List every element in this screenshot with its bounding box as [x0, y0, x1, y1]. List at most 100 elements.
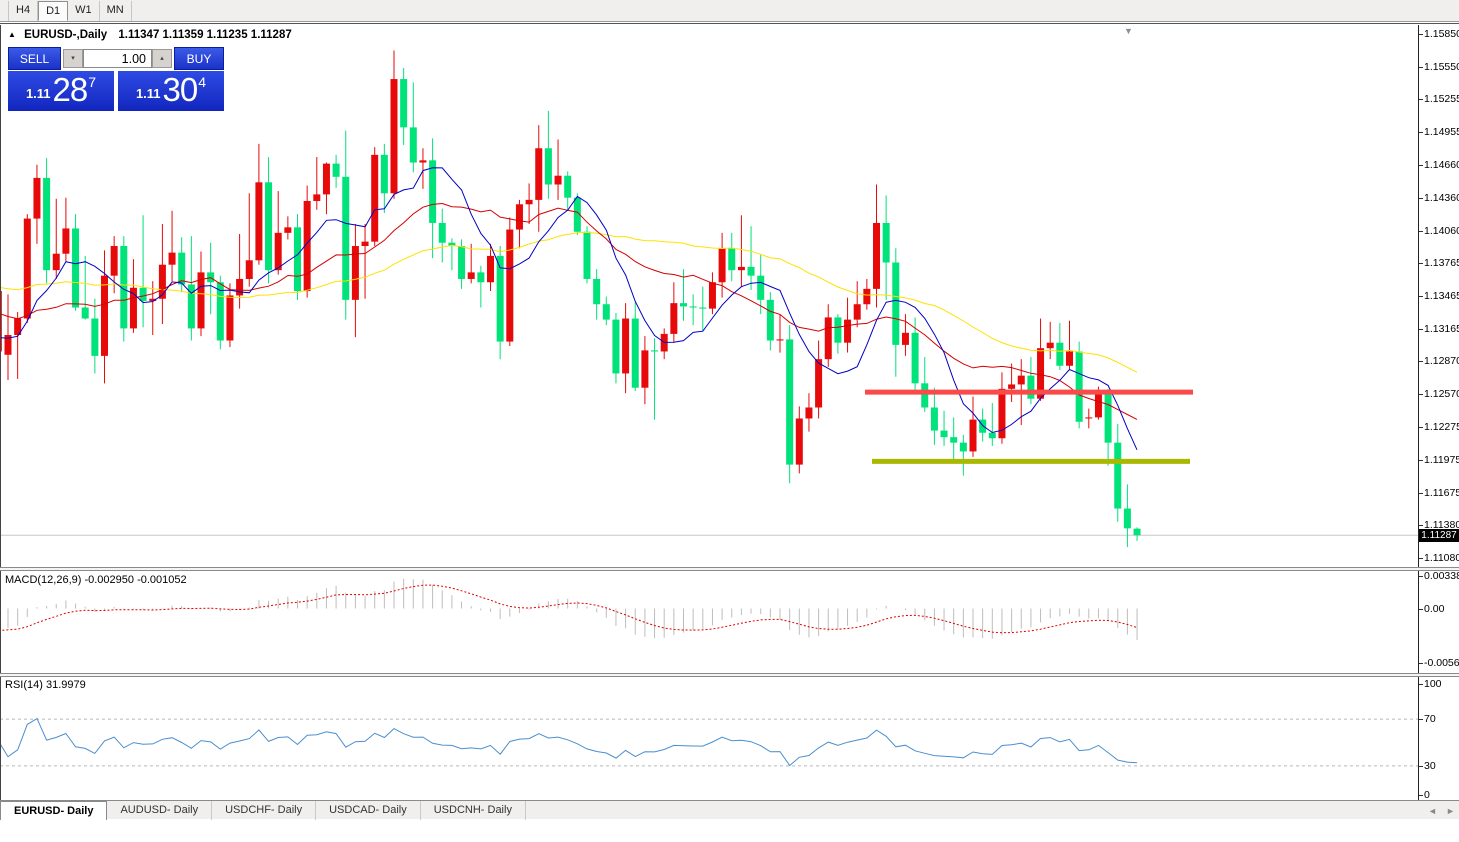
candle-body[interactable]: [883, 223, 890, 263]
candle-body[interactable]: [169, 253, 176, 265]
candle-body[interactable]: [786, 339, 793, 464]
candle-body[interactable]: [362, 242, 369, 246]
candle-body[interactable]: [82, 308, 89, 319]
candle-body[interactable]: [757, 276, 764, 300]
chart-tab-usdcnh[interactable]: USDCNH- Daily: [421, 801, 526, 820]
candle-body[interactable]: [1066, 351, 1073, 365]
candle-body[interactable]: [680, 303, 687, 306]
candle-body[interactable]: [294, 227, 301, 291]
tabs-scroll-right-icon[interactable]: ►: [1446, 806, 1455, 816]
candle-body[interactable]: [545, 148, 552, 184]
candle-body[interactable]: [284, 227, 291, 232]
candle-body[interactable]: [33, 178, 40, 219]
candle-body[interactable]: [748, 267, 755, 276]
timeframe-tab-h4[interactable]: H4: [8, 1, 38, 21]
candle-body[interactable]: [593, 279, 600, 304]
buy-button[interactable]: BUY: [174, 47, 224, 70]
candle-body[interactable]: [584, 232, 591, 279]
candle-body[interactable]: [622, 319, 629, 374]
candle-body[interactable]: [767, 300, 774, 341]
timeframe-tab-w1[interactable]: W1: [68, 1, 100, 21]
candle-body[interactable]: [941, 431, 948, 438]
candle-body[interactable]: [670, 303, 677, 334]
candle-body[interactable]: [902, 333, 909, 345]
candle-body[interactable]: [159, 265, 166, 299]
chart-shift-marker-icon[interactable]: ▼: [1124, 26, 1133, 36]
candle-body[interactable]: [1105, 393, 1112, 442]
candle-body[interactable]: [1124, 509, 1131, 529]
candle-body[interactable]: [555, 176, 562, 185]
sell-button[interactable]: SELL: [8, 47, 61, 70]
candle-body[interactable]: [236, 279, 243, 295]
candle-body[interactable]: [1076, 351, 1083, 421]
candle-body[interactable]: [526, 200, 533, 204]
candle-body[interactable]: [777, 339, 784, 340]
candle-body[interactable]: [873, 223, 880, 289]
candle-body[interactable]: [834, 317, 841, 342]
candle-body[interactable]: [1114, 443, 1121, 509]
candle-body[interactable]: [825, 317, 832, 359]
candle-body[interactable]: [719, 248, 726, 282]
candle-body[interactable]: [1095, 393, 1102, 417]
candle-body[interactable]: [255, 182, 262, 260]
tabs-scroll-left-icon[interactable]: ◄: [1428, 806, 1437, 816]
candle-body[interactable]: [487, 256, 494, 282]
candle-body[interactable]: [371, 155, 378, 242]
sell-price-panel[interactable]: 1.11287: [8, 71, 114, 111]
candle-body[interactable]: [458, 246, 465, 279]
candle-body[interactable]: [381, 155, 388, 193]
candle-body[interactable]: [53, 254, 60, 270]
candle-body[interactable]: [728, 248, 735, 270]
candle-body[interactable]: [641, 350, 648, 387]
candle-body[interactable]: [931, 407, 938, 430]
candle-body[interactable]: [912, 333, 919, 384]
candle-body[interactable]: [516, 204, 523, 229]
candle-body[interactable]: [1018, 376, 1025, 385]
candle-body[interactable]: [844, 320, 851, 343]
candle-body[interactable]: [796, 418, 803, 464]
candle-body[interactable]: [400, 79, 407, 127]
candle-body[interactable]: [603, 304, 610, 319]
candle-body[interactable]: [690, 306, 697, 307]
candle-body[interactable]: [178, 253, 185, 285]
candle-body[interactable]: [863, 289, 870, 304]
candle-body[interactable]: [419, 160, 426, 162]
candle-body[interactable]: [111, 246, 118, 276]
candle-body[interactable]: [709, 282, 716, 308]
candle-body[interactable]: [265, 182, 272, 270]
volume-decrease-button[interactable]: ▾: [63, 49, 83, 68]
candle-body[interactable]: [651, 350, 658, 351]
candle-body[interactable]: [1008, 384, 1015, 388]
timeframe-tab-d1[interactable]: D1: [38, 1, 68, 21]
candle-body[interactable]: [1085, 417, 1092, 418]
candle-body[interactable]: [429, 160, 436, 223]
candle-body[interactable]: [535, 148, 542, 200]
candle-body[interactable]: [72, 228, 79, 307]
candle-body[interactable]: [468, 272, 475, 279]
chart-canvas[interactable]: [0, 24, 1459, 824]
candle-body[interactable]: [950, 437, 957, 442]
candle-body[interactable]: [410, 127, 417, 162]
candle-body[interactable]: [323, 164, 330, 195]
candle-body[interactable]: [699, 308, 706, 309]
candle-body[interactable]: [612, 320, 619, 374]
candle-body[interactable]: [970, 420, 977, 452]
timeframe-tab-mn[interactable]: MN: [100, 1, 132, 21]
panel-separator-rsi[interactable]: [0, 673, 1459, 677]
candle-body[interactable]: [738, 267, 745, 270]
candle-body[interactable]: [275, 233, 282, 270]
candle-body[interactable]: [1047, 343, 1054, 348]
candle-body[interactable]: [1134, 529, 1141, 536]
candle-body[interactable]: [391, 79, 398, 193]
candle-body[interactable]: [564, 176, 571, 198]
chart-tab-usdcad[interactable]: USDCAD- Daily: [316, 801, 421, 820]
oneclick-collapse-icon[interactable]: ▲: [8, 30, 16, 39]
volume-increase-button[interactable]: ▴: [152, 49, 172, 68]
candle-body[interactable]: [892, 262, 899, 344]
candle-body[interactable]: [62, 228, 69, 253]
candle-body[interactable]: [815, 359, 822, 407]
chart-tab-usdchf[interactable]: USDCHF- Daily: [212, 801, 316, 820]
chart-tab-audusd[interactable]: AUDUSD- Daily: [107, 801, 212, 820]
candle-body[interactable]: [1056, 343, 1063, 366]
volume-input[interactable]: [83, 49, 152, 68]
